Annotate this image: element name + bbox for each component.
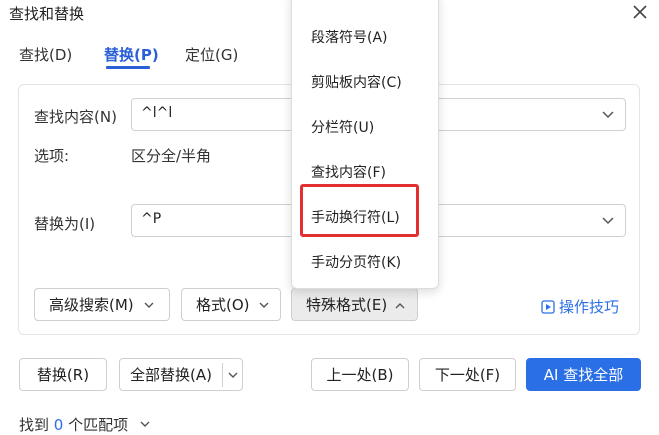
chevron-down-icon: [140, 421, 150, 427]
menu-item-find-content[interactable]: 查找内容(F): [311, 162, 386, 182]
advanced-search-button[interactable]: 高级搜索(M): [34, 288, 170, 321]
menu-item-manual-page-break[interactable]: 手动分页符(K): [311, 252, 401, 272]
active-tab-indicator: [106, 66, 150, 69]
menu-item-clipboard[interactable]: 剪贴板内容(C): [311, 72, 402, 92]
chevron-down-icon: [602, 111, 614, 119]
menu-item-column-break[interactable]: 分栏符(U): [311, 117, 374, 137]
special-format-menu: 段落符号(A) 剪贴板内容(C) 分栏符(U) 查找内容(F) 手动换行符(L)…: [291, 0, 439, 289]
options-label: 选项:: [34, 147, 70, 165]
replace-all-button[interactable]: 全部替换(A): [119, 358, 243, 391]
find-label: 查找内容(N): [34, 108, 117, 126]
options-value: 区分全/半角: [131, 147, 212, 165]
special-format-label: 特殊格式(E): [306, 296, 388, 314]
special-format-button[interactable]: 特殊格式(E): [291, 288, 418, 321]
close-icon: [633, 5, 647, 19]
tab-replace[interactable]: 替换(P): [104, 44, 159, 65]
replace-all-label: 全部替换(A): [130, 366, 212, 384]
tips-link-label: 操作技巧: [559, 298, 620, 316]
match-count: 0: [53, 416, 64, 434]
chevron-down-icon: [259, 302, 269, 308]
replace-input-value: ^P: [141, 211, 162, 227]
previous-button[interactable]: 上一处(B): [311, 358, 409, 391]
find-input-value: ^l^l: [141, 105, 173, 121]
chevron-down-icon: [602, 217, 614, 225]
replace-button[interactable]: 替换(R): [19, 358, 107, 391]
window-title: 查找和替换: [9, 5, 85, 23]
tab-goto[interactable]: 定位(G): [185, 44, 238, 65]
format-button[interactable]: 格式(O): [181, 288, 281, 321]
play-video-icon: [541, 299, 555, 314]
replace-label: 替换为(I): [34, 215, 96, 233]
status-prefix: 找到: [19, 416, 50, 434]
chevron-up-icon: [395, 303, 405, 309]
close-button[interactable]: [630, 2, 650, 22]
advanced-search-label: 高级搜索(M): [49, 296, 134, 314]
tab-find[interactable]: 查找(D): [19, 44, 72, 65]
chevron-down-icon[interactable]: [227, 371, 239, 380]
ai-find-all-button[interactable]: AI 查找全部: [526, 358, 641, 391]
chevron-down-icon: [144, 302, 154, 308]
split-divider: [222, 363, 223, 387]
format-label: 格式(O): [196, 296, 250, 314]
menu-item-paragraph-mark[interactable]: 段落符号(A): [311, 27, 388, 47]
next-button[interactable]: 下一处(F): [419, 358, 516, 391]
highlight-box: [300, 184, 419, 237]
status-suffix: 个匹配项: [68, 416, 129, 434]
tips-link[interactable]: 操作技巧: [541, 296, 619, 317]
